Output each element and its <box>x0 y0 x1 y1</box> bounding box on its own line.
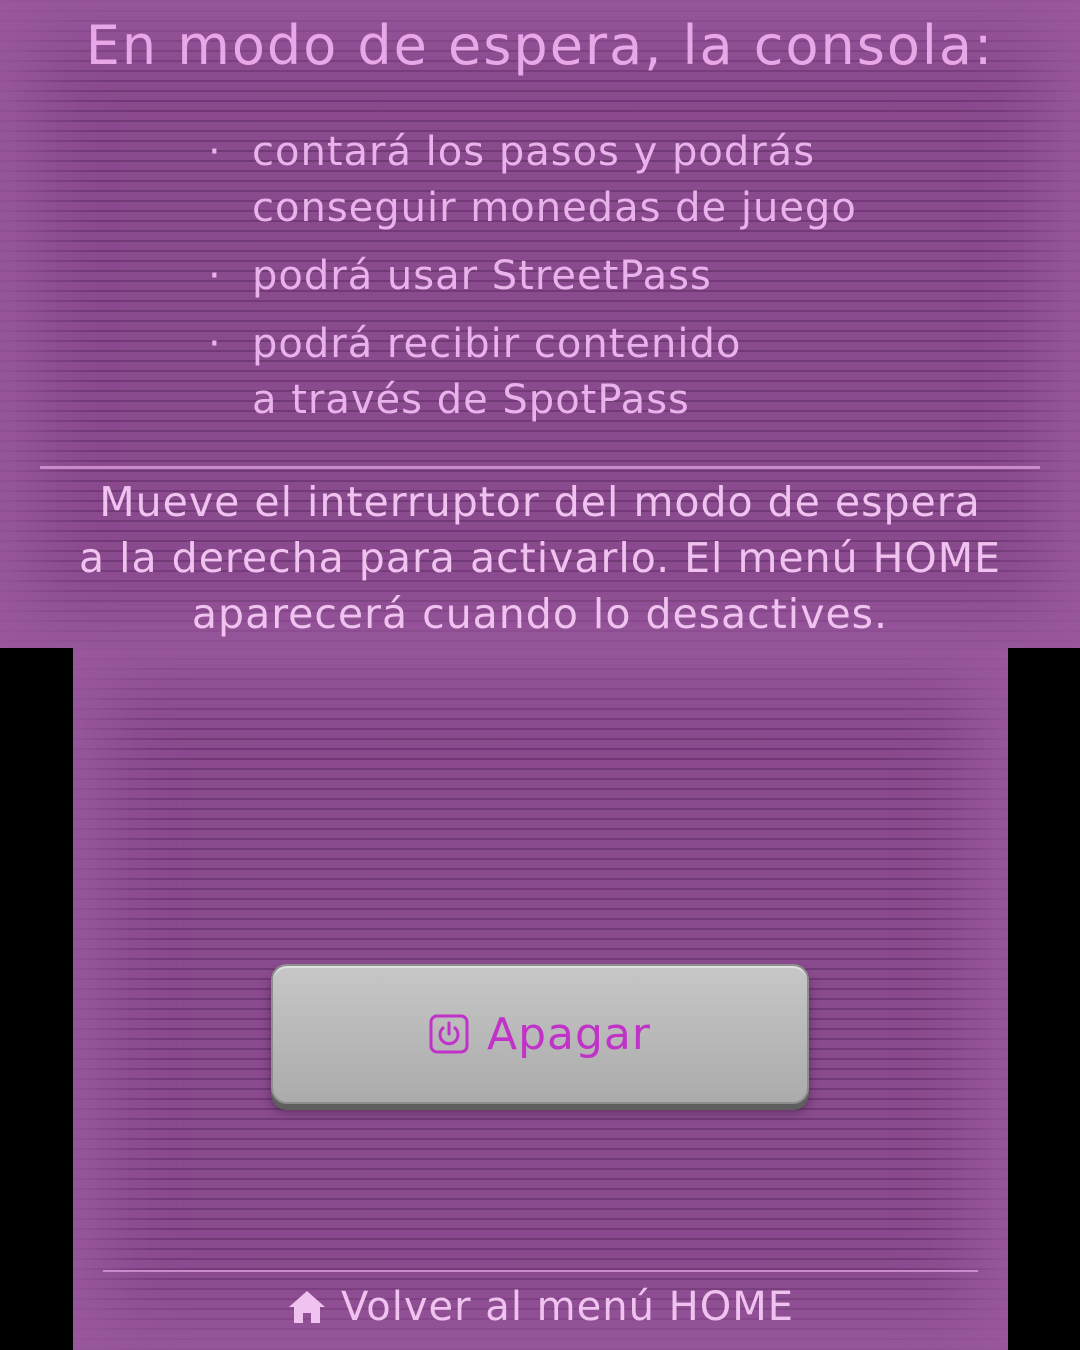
bottom-divider <box>103 1270 978 1272</box>
instruction-line-2: a la derecha para activarlo. El menú HOM… <box>78 534 1002 582</box>
feature-text-line2: a través de SpotPass <box>252 377 690 423</box>
instruction-line-3: aparecerá cuando lo desactives. <box>191 590 889 638</box>
bullet-dot: · <box>208 129 222 175</box>
top-screen: En modo de espera, la consola: · contará… <box>0 0 1080 648</box>
standby-title: En modo de espera, la consola: <box>85 14 995 77</box>
feature-text-line1: contará los pasos y podrás <box>252 129 816 175</box>
feature-item-spotpass: · podrá recibir contenido a través de Sp… <box>208 316 857 428</box>
right-letterbox <box>1008 648 1080 1350</box>
power-icon <box>429 1014 469 1054</box>
power-off-button[interactable]: Apagar <box>271 964 809 1104</box>
feature-item-steps: · contará los pasos y podrás conseguir m… <box>208 124 857 236</box>
bottom-screen: Apagar Volver al menú HOME <box>73 648 1008 1350</box>
home-icon <box>287 1287 327 1327</box>
feature-text-line1: podrá recibir contenido <box>252 321 742 367</box>
top-divider <box>40 466 1040 469</box>
return-home-label: Volver al menú HOME <box>341 1284 794 1330</box>
feature-text-line2: conseguir monedas de juego <box>252 185 857 231</box>
feature-item-streetpass: · podrá usar StreetPass <box>208 248 857 304</box>
power-off-label: Apagar <box>487 1008 651 1060</box>
return-home-button[interactable]: Volver al menú HOME <box>73 1284 1008 1330</box>
bullet-dot: · <box>208 253 222 299</box>
standby-instruction: Mueve el interruptor del modo de espera … <box>0 474 1080 642</box>
bullet-dot: · <box>208 321 222 367</box>
feature-text-line1: podrá usar StreetPass <box>252 253 712 299</box>
standby-feature-list: · contará los pasos y podrás conseguir m… <box>208 124 857 440</box>
left-letterbox <box>0 648 73 1350</box>
instruction-line-1: Mueve el interruptor del modo de espera <box>99 478 981 526</box>
